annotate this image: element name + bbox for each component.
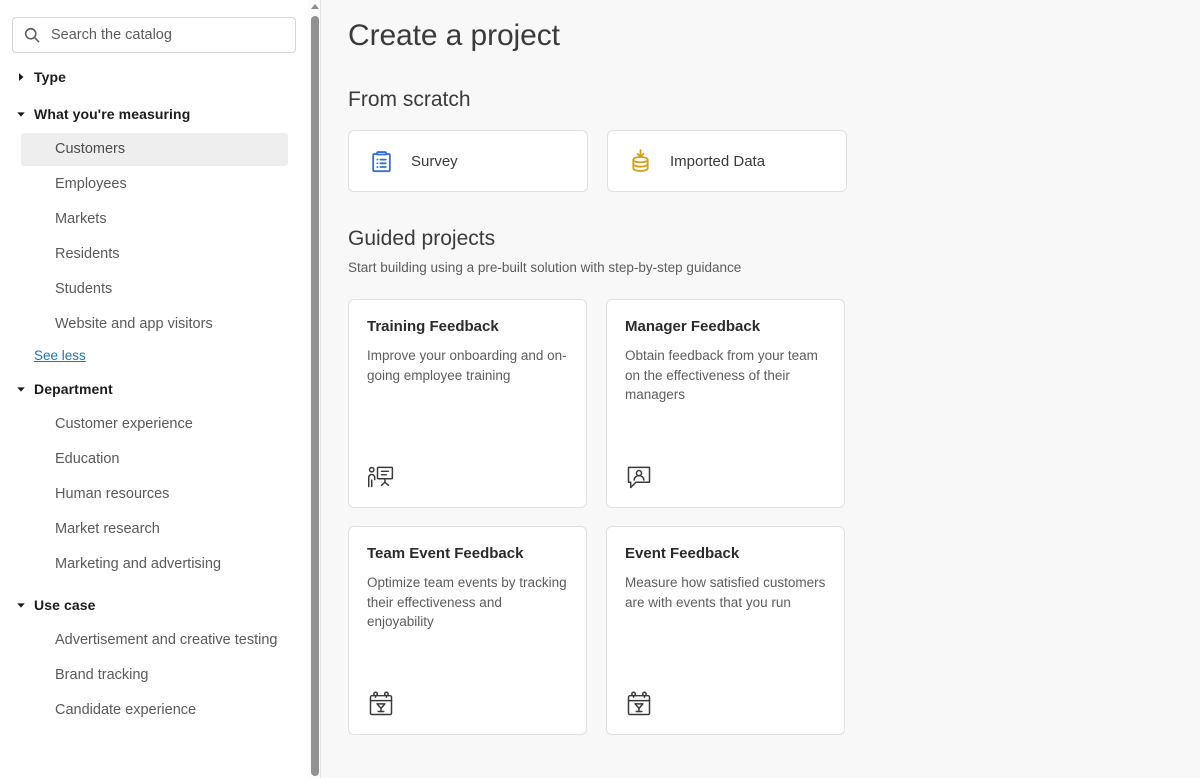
from-scratch-heading: From scratch	[348, 88, 471, 111]
facet-sidebar: Type What you're measuring CustomersEmploy…	[0, 0, 321, 778]
clipboard-list-icon	[372, 150, 391, 172]
search-icon	[24, 27, 40, 43]
facet-title: Department	[34, 381, 113, 397]
chevron-down-icon	[17, 112, 25, 117]
see-less-link[interactable]: See less	[34, 348, 86, 363]
facet-title: What you're measuring	[34, 106, 191, 122]
imported-data-tile[interactable]: Imported Data	[607, 130, 847, 192]
facet-item-residents[interactable]: Residents	[21, 238, 288, 271]
facet-header-what-you-re-measuring[interactable]: What you're measuring	[0, 101, 308, 127]
facet-items: Advertisement and creative testing Brand …	[0, 624, 308, 727]
create-survey-label: Survey	[411, 152, 458, 170]
facet-group: What you're measuring Customers Employees M…	[0, 101, 308, 365]
database-download-icon	[632, 148, 649, 172]
page-title: Create a project	[348, 19, 560, 52]
chevron-right-icon	[19, 73, 24, 81]
facet-title: Type	[34, 69, 67, 85]
facet-group: Department Customer experience Education Hu…	[0, 376, 308, 581]
card-title: Team Event Feedback	[367, 545, 524, 562]
sidebar-scroll-area: Type What you're measuring CustomersEmploy…	[0, 0, 308, 778]
imported-data-label: Imported Data	[670, 152, 766, 170]
facet-item-education[interactable]: Education	[21, 443, 288, 476]
card-title: Training Feedback	[367, 318, 499, 335]
facet-group: Type	[0, 64, 308, 90]
presenter-whiteboard-icon	[368, 466, 394, 488]
facet-item-advertisement-and-creative-testing[interactable]: Advertisement and creative testing	[21, 624, 288, 657]
facet-item-customer-experience[interactable]: Customer experience	[21, 408, 288, 441]
facet-item-markets[interactable]: Markets	[21, 203, 288, 236]
scroll-up-arrow-icon[interactable]	[308, 0, 320, 13]
from-scratch-tiles: Survey Imported Data	[348, 130, 1200, 192]
create-survey-tile[interactable]: Survey	[348, 130, 588, 192]
facet-items: Customers Employees Markets Residents Studen…	[0, 133, 308, 341]
card-description: Obtain feedback from your team on the ef…	[625, 348, 818, 402]
search-input[interactable]	[51, 25, 285, 45]
guided-projects-grid: Training Feedback Improve your onboarding…	[348, 299, 1102, 735]
card-title: Event Feedback	[625, 545, 740, 562]
facet-list: Type What you're measuring Customers Employ…	[0, 64, 308, 727]
facet-group: Use case Advertisement and creative testi…	[0, 592, 308, 727]
chevron-down-icon	[17, 387, 25, 392]
chevron-down-icon	[17, 603, 25, 608]
facet-item-market-research[interactable]: Market research	[21, 513, 288, 546]
scrollbar-thumb[interactable]	[310, 16, 319, 776]
guided-project-card[interactable]: Event Feedback Measure how satisfied cust…	[606, 526, 845, 735]
guided-projects-heading: Guided projects	[348, 227, 496, 250]
card-description: Improve your onboarding and on-going emp…	[367, 348, 567, 383]
guided-project-card[interactable]: Manager Feedback Obtain feedback from you…	[606, 299, 845, 508]
card-description: Optimize team events by tracking their e…	[367, 575, 567, 629]
facet-header-use-case[interactable]: Use case	[0, 592, 308, 618]
facet-title: Use case	[34, 597, 96, 613]
catalog-page: Type What you're measuring CustomersEmploy…	[0, 0, 1200, 778]
search-box[interactable]	[12, 17, 296, 53]
facet-header-type[interactable]: Type	[0, 64, 308, 90]
facet-header-department[interactable]: Department	[0, 376, 308, 402]
guided-projects-subheading: Start building using a pre-built solutio…	[348, 260, 742, 275]
facet-item-brand-tracking[interactable]: Brand tracking	[21, 659, 288, 692]
guided-project-card[interactable]: Team Event Feedback Optimize team events …	[348, 526, 587, 735]
person-speech-bubble-icon	[627, 466, 651, 489]
sidebar-scrollbar[interactable]	[308, 0, 320, 778]
facet-item-students[interactable]: Students	[21, 273, 288, 306]
facet-items: Customer experience Education Human resour…	[0, 408, 308, 581]
main-content: Create a project From scratch Survey Imp…	[321, 0, 1200, 778]
calendar-event-icon	[369, 691, 393, 716]
facet-item-human-resources[interactable]: Human resources	[21, 478, 288, 511]
facet-item-candidate-experience[interactable]: Candidate experience	[21, 694, 288, 727]
facet-item-website-and-app-visitors[interactable]: Website and app visitors	[21, 308, 288, 341]
calendar-event-icon	[627, 691, 651, 716]
card-title: Manager Feedback	[625, 318, 761, 335]
facet-item-employees[interactable]: Employees	[21, 168, 288, 201]
guided-project-card[interactable]: Training Feedback Improve your onboarding…	[348, 299, 587, 508]
card-description: Measure how satisfied customers are with…	[625, 575, 826, 610]
facet-item-marketing-and-advertising[interactable]: Marketing and advertising	[21, 548, 288, 581]
facet-item-customers[interactable]: Customers	[21, 133, 288, 166]
